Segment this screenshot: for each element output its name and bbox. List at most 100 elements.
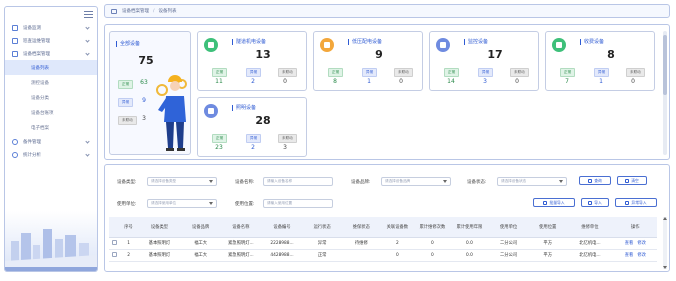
location-filter-label: 使用位置: (235, 202, 255, 207)
device-category-icon (320, 38, 334, 52)
search-button[interactable]: 查询 (579, 176, 611, 185)
sidebar-item-label: 统计分析 (23, 152, 41, 158)
parts-icon (12, 138, 18, 145)
view-link[interactable]: 查看 (625, 253, 634, 258)
device-category-icon (204, 38, 218, 52)
trash-icon (625, 178, 630, 183)
sidebar-item-label: 设备监测 (23, 25, 41, 31)
table-row[interactable]: 1 基本照明灯 福工大 紧急照明灯... 2228988... 异常 待维修 2 0 0.0 二分公… (109, 237, 657, 250)
ok-badge: 正常 (212, 68, 228, 77)
total-off-badge: 未联动 (118, 116, 137, 125)
breadcrumb-current: 设备列表 (158, 9, 177, 14)
warn-count: 3 (483, 78, 487, 85)
chevron-down-icon (209, 202, 213, 205)
ok-count: 7 (565, 78, 569, 85)
table-scrollbar[interactable] (663, 217, 667, 269)
table-cell (341, 249, 381, 262)
view-link[interactable]: 查看 (625, 241, 634, 246)
brand-filter-label: 设备品牌: (351, 180, 371, 185)
batch-import-button[interactable]: 批量导入 (533, 198, 575, 207)
total-ok-badge: 正常 (118, 80, 134, 89)
total-warn-badge: 异常 (118, 98, 134, 107)
table-cell: 异常 (302, 237, 342, 250)
unit-filter-label: 使用单位: (117, 202, 137, 207)
summary-scrollbar[interactable] (663, 31, 667, 155)
import-button[interactable]: 导入 (581, 198, 609, 207)
chevron-down-icon (85, 51, 90, 56)
device-name-input[interactable]: 请输入设备名称 (263, 177, 333, 186)
sidebar-item[interactable]: 备件管理 (5, 135, 97, 148)
chart-icon (12, 151, 18, 158)
column-header: 设备编号 (261, 217, 303, 238)
category-card[interactable]: 照明设备 28 正常 异常 未联动 23 2 3 (197, 97, 307, 157)
menu-toggle-icon[interactable] (84, 10, 93, 18)
category-card[interactable]: 收费设备 8 正常 异常 未联动 7 1 0 (545, 31, 655, 91)
row-checkbox[interactable] (111, 239, 117, 245)
ok-count: 23 (215, 144, 223, 151)
abnormal-import-button[interactable]: 异常导入 (615, 198, 657, 207)
column-header: 设备类型 (137, 217, 182, 238)
sidebar-item-label: 电子档案 (31, 125, 49, 131)
device-table: 序号 设备类型 设备品牌 设备名称 设备编号 运行状态 维保状态 关联设备数 累计维修次数 累计使… (109, 217, 657, 262)
breadcrumb-separator: / (153, 8, 155, 14)
warn-badge: 异常 (478, 68, 494, 77)
sidebar-item[interactable]: 设备台账项 (5, 105, 97, 120)
category-count: 17 (487, 48, 503, 61)
table-cell: 0.0 (450, 237, 488, 250)
device-list-panel: 设备类型: 请选择设备类型 设备名称: 请输入设备名称 设备品牌: 请选择设备品… (104, 164, 670, 272)
table-cell: 0 (380, 249, 414, 262)
sidebar-item[interactable]: 设备监测 (5, 21, 97, 34)
sidebar-item-label: 设备档案管理 (23, 51, 50, 57)
breadcrumb: 设备档案管理 / 设备列表 (104, 4, 670, 18)
category-title: 监控设备 (464, 38, 488, 45)
table-cell: 福工大 (181, 249, 221, 262)
total-title: 全部设备 (116, 40, 140, 47)
table-cell: 二分公司 (487, 249, 530, 262)
category-card[interactable]: 隧道机电设备 13 正常 异常 未联动 11 2 0 (197, 31, 307, 91)
sidebar-item[interactable]: 电子档案 (5, 120, 97, 135)
table-header-row: 序号 设备类型 设备品牌 设备名称 设备编号 运行状态 维保状态 关联设备数 累计维修次数 累计使… (109, 217, 657, 238)
sidebar-item[interactable]: 设备档案管理 (5, 47, 97, 60)
edit-link[interactable]: 修改 (637, 253, 646, 258)
column-header: 关联设备数 (380, 217, 414, 238)
table-cell: 待维修 (341, 237, 381, 250)
category-count: 8 (607, 48, 615, 61)
table-cell: 平方 (529, 249, 567, 262)
sidebar-item-label: 设备台账项 (31, 110, 54, 116)
sidebar-item[interactable]: 巡查运维管理 (5, 34, 97, 47)
category-card[interactable]: 低压配电设备 9 正常 异常 未联动 8 1 0 (313, 31, 423, 91)
status-filter-label: 设备状态: (467, 180, 487, 185)
category-title: 收费设备 (580, 38, 604, 45)
ok-badge: 正常 (212, 134, 228, 143)
sidebar-item[interactable]: 设备分类 (5, 90, 97, 105)
category-card[interactable]: 监控设备 17 正常 异常 未联动 14 3 0 (429, 31, 539, 91)
sidebar-item[interactable]: 测控设备 (5, 75, 97, 90)
warn-count: 1 (367, 78, 371, 85)
engineer-illustration (156, 75, 187, 151)
table-cell: 基本照明灯 (137, 249, 182, 262)
edit-link[interactable]: 修改 (637, 241, 646, 246)
table-row[interactable]: 2 基本照明灯 福工大 紧急照明灯... 4428988... 正常 0 0 0.0 二分公司 平方… (109, 249, 657, 262)
chevron-down-icon (559, 180, 563, 183)
use-location-input[interactable]: 请输入使用位置 (263, 199, 333, 208)
chevron-down-icon (85, 38, 90, 43)
row-checkbox[interactable] (111, 251, 117, 257)
off-badge: 未联动 (510, 68, 529, 77)
table-cell: 0 (413, 249, 451, 262)
row-actions: 查看 修改 (613, 249, 657, 262)
column-header: 设备名称 (220, 217, 262, 238)
table-body: 1 基本照明灯 福工大 紧急照明灯... 2228988... 异常 待维修 2 0 0.0 二分公… (109, 237, 657, 262)
column-header: 累计维修次数 (413, 217, 451, 238)
category-title: 低压配电设备 (348, 38, 382, 45)
sidebar-item[interactable]: 统计分析 (5, 148, 97, 161)
device-type-select[interactable]: 请选择设备类型 (147, 177, 217, 186)
chevron-down-icon (85, 152, 90, 157)
use-unit-select[interactable]: 请选择使用单位 (147, 199, 217, 208)
inspection-icon (12, 37, 18, 44)
category-count: 28 (255, 114, 271, 127)
device-brand-select[interactable]: 请选择设备品牌 (381, 177, 451, 186)
breadcrumb-parent[interactable]: 设备档案管理 (122, 8, 149, 14)
sidebar-item[interactable]: 设备列表 (5, 60, 97, 75)
clear-button[interactable]: 清空 (617, 176, 647, 185)
device-status-select[interactable]: 请选择设备状态 (497, 177, 567, 186)
